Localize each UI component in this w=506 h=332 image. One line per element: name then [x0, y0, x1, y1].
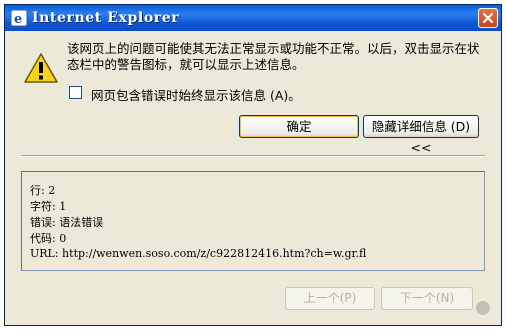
hide-details-button[interactable]: 隐藏详细信息 (D) << [363, 115, 479, 155]
window-title: Internet Explorer [32, 10, 180, 26]
close-icon [482, 12, 494, 24]
detail-line-number: 行: 2 [30, 184, 56, 197]
error-message: 该网页上的问题可能使其无法正常显示或功能不正常。以后，双击显示在状态栏中的警告图… [67, 41, 480, 72]
ok-button[interactable]: 确定 [239, 115, 359, 138]
next-button[interactable]: 下一个(N) [381, 287, 473, 310]
previous-button[interactable]: 上一个(P) [285, 287, 375, 310]
ie-logo-icon: e [10, 9, 28, 27]
baidu-paw-icon [476, 301, 490, 315]
always-show-label[interactable]: 网页包含错误时始终显示该信息 (A)。 [91, 85, 301, 104]
title-bar[interactable]: e Internet Explorer [5, 5, 501, 31]
detail-code: 代码: 0 [30, 232, 67, 245]
close-button[interactable] [478, 8, 498, 28]
error-dialog: e Internet Explorer 该网页上的问题可能使其无法正常显示或功能… [4, 4, 502, 326]
detail-error: 错误: 语法错误 [30, 216, 104, 229]
detail-url: URL: http://wenwen.soso.com/z/c922812416… [30, 247, 367, 260]
error-details-panel: 行: 2 字符: 1 错误: 语法错误 代码: 0 URL: http://we… [21, 171, 485, 271]
detail-char: 字符: 1 [30, 200, 67, 213]
separator [21, 155, 485, 157]
baidu-watermark [476, 301, 493, 315]
always-show-checkbox[interactable] [69, 86, 82, 99]
svg-text:e: e [14, 12, 22, 27]
warning-icon [23, 52, 59, 84]
